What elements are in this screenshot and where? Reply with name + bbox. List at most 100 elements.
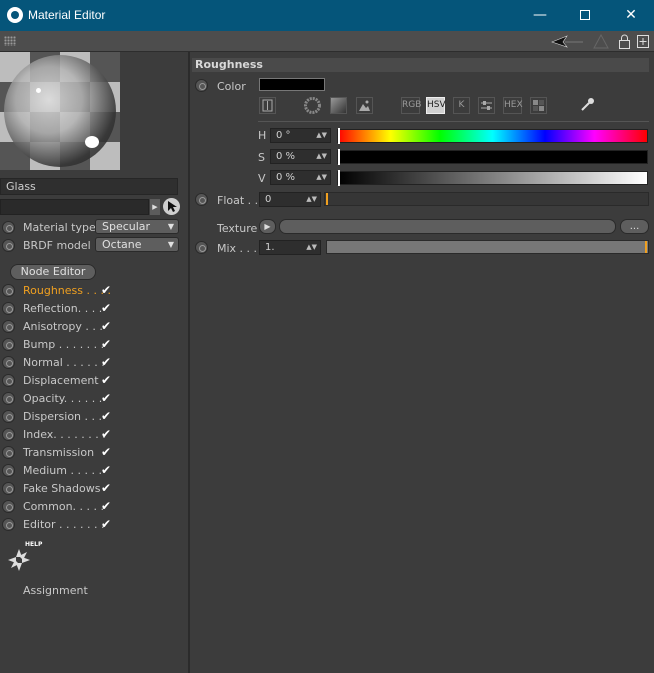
rgb-mode-button[interactable]: RGB [401, 97, 421, 114]
saturation-slider-handle[interactable] [338, 149, 340, 165]
float-field[interactable]: 0 ▲▼ [259, 192, 321, 207]
channel-row[interactable]: Anisotropy . . . ✔ [0, 318, 188, 336]
channel-checkbox[interactable]: ✔ [101, 319, 111, 333]
channel-radio[interactable] [2, 356, 15, 369]
assignment-tab[interactable]: Assignment [23, 584, 88, 597]
channel-checkbox[interactable]: ✔ [101, 337, 111, 351]
saturation-slider[interactable] [337, 149, 648, 165]
channel-radio[interactable] [2, 320, 15, 333]
material-preview[interactable] [0, 52, 120, 170]
minimize-button[interactable]: — [517, 0, 563, 31]
channel-checkbox[interactable]: ✔ [101, 427, 111, 441]
channel-row[interactable]: Medium . . . . . ✔ [0, 462, 188, 480]
plus-icon[interactable] [636, 34, 650, 49]
channel-checkbox[interactable]: ✔ [101, 517, 111, 531]
channel-row[interactable]: Fake Shadows ✔ [0, 480, 188, 498]
channel-label[interactable]: Fake Shadows [23, 482, 100, 495]
brdf-model-dropdown[interactable]: Octane ▼ [95, 237, 179, 252]
mix-radio[interactable] [195, 241, 208, 254]
channel-row[interactable]: Transmission ✔ [0, 444, 188, 462]
channel-row[interactable]: Editor . . . . . . . ✔ [0, 516, 188, 534]
channel-label[interactable]: Normal . . . . . . [23, 356, 105, 369]
sliders-icon[interactable] [478, 97, 495, 114]
node-editor-button[interactable]: Node Editor [10, 264, 96, 280]
material-type-radio[interactable] [2, 221, 15, 234]
mix-field[interactable]: 1. ▲▼ [259, 240, 321, 255]
material-name-field[interactable]: Glass [0, 178, 178, 195]
kelvin-mode-button[interactable]: K [453, 97, 470, 114]
channel-label[interactable]: Editor . . . . . . . [23, 518, 105, 531]
channel-checkbox[interactable]: ✔ [101, 301, 111, 315]
channel-radio[interactable] [2, 428, 15, 441]
image-picker-icon[interactable] [356, 97, 373, 114]
channel-radio[interactable] [2, 392, 15, 405]
channel-checkbox[interactable]: ✔ [101, 409, 111, 423]
swatches-icon[interactable] [530, 97, 547, 114]
float-radio[interactable] [195, 193, 208, 206]
channel-row[interactable]: Displacement ✔ [0, 372, 188, 390]
brdf-model-radio[interactable] [2, 239, 15, 252]
channel-checkbox[interactable]: ✔ [101, 445, 111, 459]
color-gradient-icon[interactable] [330, 97, 347, 114]
spinner-icon[interactable]: ▲▼ [306, 241, 317, 254]
channel-row[interactable]: Opacity. . . . . . ✔ [0, 390, 188, 408]
close-button[interactable]: ✕ [608, 0, 654, 31]
hue-field[interactable]: 0 ° ▲▼ [270, 128, 331, 143]
channel-checkbox[interactable]: ✔ [101, 391, 111, 405]
arrow-left-icon[interactable] [551, 34, 585, 49]
channel-radio[interactable] [2, 482, 15, 495]
mix-slider-handle[interactable] [645, 241, 647, 253]
channel-radio[interactable] [2, 302, 15, 315]
channel-row[interactable]: Dispersion . . . ✔ [0, 408, 188, 426]
value-slider[interactable] [337, 170, 648, 186]
color-radio[interactable] [195, 79, 208, 92]
channel-checkbox[interactable]: ✔ [101, 463, 111, 477]
spinner-icon[interactable]: ▲▼ [316, 171, 327, 184]
channel-row[interactable]: Bump . . . . . . . ✔ [0, 336, 188, 354]
hue-slider-handle[interactable] [338, 128, 340, 144]
hsv-mode-button[interactable]: HSV [426, 97, 446, 114]
channel-label[interactable]: Opacity. . . . . . [23, 392, 102, 405]
channel-checkbox[interactable]: ✔ [101, 283, 111, 297]
value-field[interactable]: 0 % ▲▼ [270, 170, 331, 185]
color-swatch[interactable] [259, 78, 325, 91]
channel-radio[interactable] [2, 410, 15, 423]
hex-mode-button[interactable]: HEX [503, 97, 523, 114]
texture-more-button[interactable]: ... [620, 219, 649, 234]
material-type-dropdown[interactable]: Specular ▼ [95, 219, 179, 234]
float-slider[interactable] [324, 192, 649, 206]
channel-label[interactable]: Displacement [23, 374, 99, 387]
channel-label[interactable]: Medium . . . . . [23, 464, 102, 477]
color-spectrum-icon[interactable] [259, 97, 276, 114]
channel-radio[interactable] [2, 518, 15, 531]
saturation-field[interactable]: 0 % ▲▼ [270, 149, 331, 164]
grip-icon[interactable] [4, 36, 16, 46]
texture-expand-button[interactable]: ▶ [259, 219, 276, 234]
path-field[interactable] [0, 199, 149, 215]
spinner-icon[interactable]: ▲▼ [306, 193, 317, 206]
channel-radio[interactable] [2, 500, 15, 513]
eyedropper-icon[interactable] [579, 96, 596, 113]
channel-label[interactable]: Common. . . . . [23, 500, 104, 513]
maximize-button[interactable] [562, 0, 608, 31]
texture-slot[interactable] [279, 219, 616, 234]
channel-radio[interactable] [2, 338, 15, 351]
float-slider-handle[interactable] [326, 193, 328, 205]
channel-checkbox[interactable]: ✔ [101, 373, 111, 387]
channel-label[interactable]: Roughness . . . . [23, 284, 111, 297]
channel-label[interactable]: Bump . . . . . . . [23, 338, 104, 351]
pick-cursor-button[interactable] [163, 198, 180, 215]
channel-checkbox[interactable]: ✔ [101, 499, 111, 513]
path-expand-button[interactable]: ▶ [150, 199, 160, 215]
channel-radio[interactable] [2, 446, 15, 459]
spinner-icon[interactable]: ▲▼ [316, 129, 327, 142]
channel-row[interactable]: Normal . . . . . . ✔ [0, 354, 188, 372]
channel-row[interactable]: Roughness . . . . ✔ [0, 282, 188, 300]
arrow-up-icon[interactable] [593, 34, 609, 49]
channel-label[interactable]: Transmission [23, 446, 94, 459]
hue-slider[interactable] [337, 128, 648, 144]
channel-row[interactable]: Index. . . . . . . . ✔ [0, 426, 188, 444]
channel-label[interactable]: Dispersion . . . [23, 410, 102, 423]
value-slider-handle[interactable] [338, 170, 340, 186]
channel-row[interactable]: Common. . . . . ✔ [0, 498, 188, 516]
